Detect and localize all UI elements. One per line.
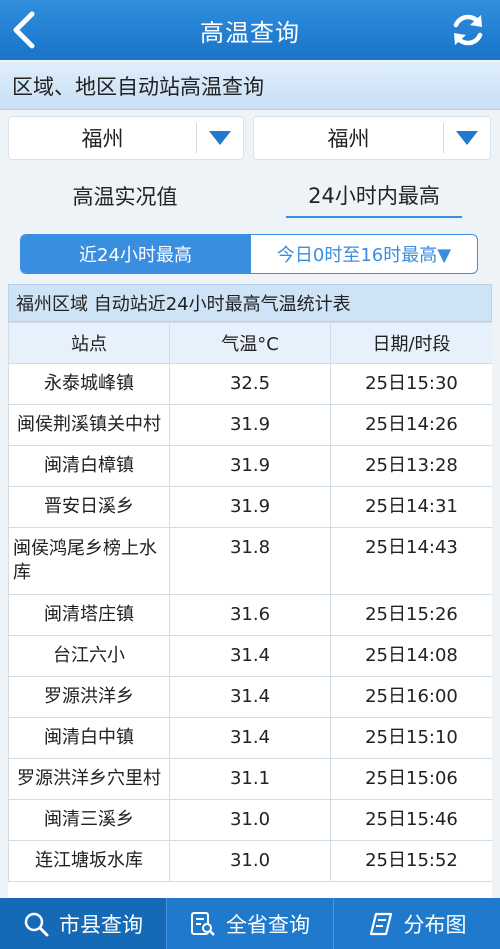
temperature-cell: 31.9 — [169, 486, 331, 528]
table-row[interactable]: 闽清塔庄镇 31.6 25日15:26 — [8, 594, 492, 636]
chevron-down-icon — [444, 131, 490, 145]
table-row[interactable]: 闽侯鸿尾乡榜上水库 31.8 25日14:43 — [8, 527, 492, 595]
station-area-select[interactable]: 福州 — [253, 116, 491, 160]
column-header-datetime: 日期/时段 — [330, 322, 492, 364]
tab-24h-high[interactable]: 24小时内最高 — [286, 174, 462, 218]
table-row[interactable]: 罗源洪洋乡穴里村 31.1 25日15:06 — [8, 758, 492, 800]
section-title: 区域、地区自动站高温查询 — [12, 74, 264, 99]
table-row[interactable]: 闽清白中镇 31.4 25日15:10 — [8, 717, 492, 759]
temperature-cell: 31.4 — [169, 676, 331, 718]
station-cell: 闽清白樟镇 — [8, 445, 170, 487]
mode-tabs: 高温实况值 24小时内最高 — [0, 174, 500, 218]
tab-realtime-high[interactable]: 高温实况值 — [40, 174, 210, 218]
high-temp-table: 站点 气温°C 日期/时段 永泰城峰镇 32.5 25日15:30 闽侯荆溪镇关中村… — [8, 322, 492, 898]
temperature-cell: 31.1 — [169, 758, 331, 800]
table-row[interactable]: 闽侯荆溪镇关中村 31.9 25日14:26 — [8, 404, 492, 446]
nav-label: 全省查询 — [226, 912, 310, 937]
bottom-nav: 市县查询 全省查询 分布图 — [0, 898, 500, 949]
table-header-row: 站点 气温°C 日期/时段 — [8, 322, 492, 364]
datetime-cell: 25日15:30 — [330, 363, 492, 405]
time-range-segment: 近24小时最高 今日0时至16时最高▼ — [20, 234, 478, 274]
table-row[interactable]: 闽清白樟镇 31.9 25日13:28 — [8, 445, 492, 487]
table-title: 福州区域 自动站近24小时最高气温统计表 — [8, 284, 492, 322]
datetime-cell: 25日15:52 — [330, 840, 492, 882]
city-select[interactable]: 福州 — [8, 116, 244, 160]
station-cell: 台江六小 — [8, 635, 170, 677]
datetime-cell: 25日15:46 — [330, 799, 492, 841]
app-header: 高温查询 — [0, 0, 500, 60]
station-cell: 闽侯鸿尾乡榜上水库 — [8, 527, 170, 595]
nav-province-query[interactable]: 全省查询 — [166, 898, 333, 949]
station-cell: 闽清塔庄镇 — [8, 594, 170, 636]
section-header: 区域、地区自动站高温查询 — [0, 62, 500, 110]
table-row[interactable]: 晋安日溪乡 31.9 25日14:31 — [8, 486, 492, 528]
temperature-cell: 31.4 — [169, 635, 331, 677]
nav-label: 市县查询 — [59, 912, 143, 937]
station-cell: 闽侯荆溪镇关中村 — [8, 404, 170, 446]
datetime-cell: 25日14:08 — [330, 635, 492, 677]
chevron-down-icon — [197, 131, 243, 145]
datetime-cell: 25日15:10 — [330, 717, 492, 759]
station-cell: 永泰城峰镇 — [8, 363, 170, 405]
segment-last-24h[interactable]: 近24小时最高 — [21, 235, 250, 273]
city-select-value: 福州 — [81, 127, 124, 151]
temperature-cell: 32.5 — [169, 363, 331, 405]
datetime-cell: 25日15:06 — [330, 758, 492, 800]
table-row[interactable]: 闽清三溪乡 31.0 25日15:46 — [8, 799, 492, 841]
station-cell: 罗源洪洋乡 — [8, 676, 170, 718]
temperature-cell: 31.8 — [169, 527, 331, 595]
page-title: 高温查询 — [200, 18, 300, 47]
temperature-cell: 31.6 — [169, 594, 331, 636]
map-icon — [369, 912, 392, 935]
datetime-cell: 25日14:26 — [330, 404, 492, 446]
station-area-select-value: 福州 — [327, 127, 370, 151]
temperature-cell: 31.9 — [169, 445, 331, 487]
nav-distribution-map[interactable]: 分布图 — [333, 898, 500, 949]
datetime-cell: 25日14:43 — [330, 527, 492, 595]
datetime-cell: 25日13:28 — [330, 445, 492, 487]
datetime-cell: 25日16:00 — [330, 676, 492, 718]
datetime-cell: 25日15:26 — [330, 594, 492, 636]
temperature-cell: 31.0 — [169, 799, 331, 841]
station-cell: 罗源洪洋乡穴里村 — [8, 758, 170, 800]
nav-label: 分布图 — [403, 912, 467, 937]
column-header-station: 站点 — [8, 322, 170, 364]
nav-county-query[interactable]: 市县查询 — [0, 898, 166, 949]
station-cell: 闽清三溪乡 — [8, 799, 170, 841]
station-cell: 连江塘坂水库 — [8, 840, 170, 882]
refresh-button[interactable] — [446, 8, 490, 52]
table-row[interactable]: 台江六小 31.4 25日14:08 — [8, 635, 492, 677]
list-search-icon — [191, 911, 215, 936]
station-cell: 晋安日溪乡 — [8, 486, 170, 528]
back-button[interactable] — [4, 6, 44, 54]
column-header-temperature: 气温°C — [169, 322, 331, 364]
table-row[interactable]: 罗源洪洋乡 31.4 25日16:00 — [8, 676, 492, 718]
table-row[interactable]: 永泰城峰镇 32.5 25日15:30 — [8, 363, 492, 405]
table-row[interactable]: 连江塘坂水库 31.0 25日15:52 — [8, 840, 492, 882]
temperature-cell: 31.0 — [169, 840, 331, 882]
datetime-cell: 25日14:31 — [330, 486, 492, 528]
temperature-cell: 31.9 — [169, 404, 331, 446]
station-cell: 闽清白中镇 — [8, 717, 170, 759]
search-icon — [24, 912, 49, 936]
segment-today-0-16[interactable]: 今日0时至16时最高▼ — [250, 235, 477, 273]
refresh-icon — [453, 14, 483, 46]
temperature-cell: 31.4 — [169, 717, 331, 759]
chevron-left-icon — [13, 11, 35, 49]
